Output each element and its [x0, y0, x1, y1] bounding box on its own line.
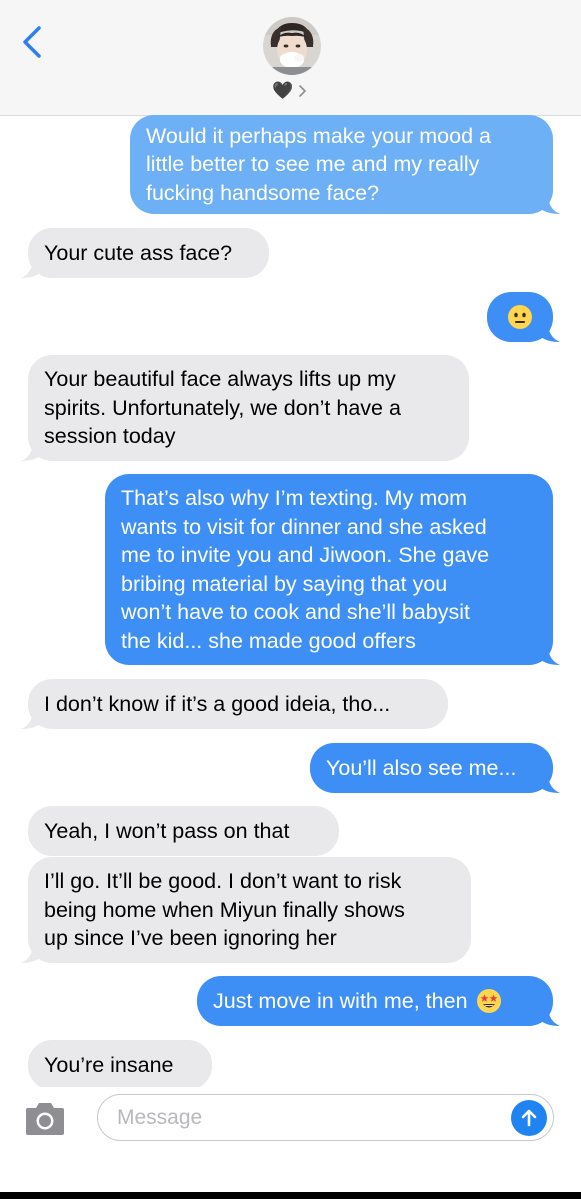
message-bubble-outgoing[interactable]: 😐 [487, 292, 560, 342]
star-struck-emoji-icon [476, 989, 501, 1013]
bubble-tail [21, 441, 41, 461]
message-bubble-incoming[interactable]: I’ll go. It’ll be good. I don’t want to … [21, 857, 471, 963]
chevron-left-icon[interactable] [18, 24, 48, 60]
message-bubble-outgoing[interactable]: Would it perhaps make your mood a little… [130, 115, 560, 214]
message-bubble-incoming[interactable]: I don’t know if it’s a good ideia, tho..… [21, 679, 448, 729]
message-text: Would it perhaps make your mood a little… [146, 123, 491, 205]
bottom-edge [0, 1192, 581, 1199]
message-text: Yeah, I won’t pass on that [44, 818, 290, 843]
message-bubble-incoming[interactable]: Your cute ass face? [21, 228, 269, 278]
message-bubble-incoming[interactable]: Yeah, I won’t pass on that [28, 806, 339, 856]
bubble-tail [21, 709, 41, 729]
message-bubble-outgoing[interactable]: Just move in with me, then 🤩 [197, 976, 560, 1026]
message-text: You’re insane [44, 1052, 174, 1077]
avatar[interactable] [263, 17, 321, 75]
contact-name: 🖤 [272, 81, 294, 100]
message-text: You’ll also see me... [326, 755, 517, 780]
bubble-tail [540, 322, 560, 342]
message-text: Just move in with me, then [213, 988, 468, 1013]
message-bubble-outgoing[interactable]: That’s also why I’m texting. My mom want… [105, 474, 560, 665]
neutral-face-emoji-icon [508, 305, 532, 329]
bubble-tail [21, 258, 41, 278]
message-text: That’s also why I’m texting. My mom want… [121, 486, 490, 653]
bubble-tail [540, 645, 560, 665]
message-placeholder: Message [117, 1106, 203, 1129]
contact-name-button[interactable]: 🖤 [272, 79, 307, 103]
bubble-tail [21, 943, 41, 963]
bubble-tail [540, 194, 560, 214]
camera-icon[interactable] [22, 1101, 68, 1137]
bubble-tail [540, 773, 560, 793]
message-bubble-outgoing[interactable]: You’ll also see me... [310, 743, 560, 793]
chevron-right-icon [299, 85, 306, 97]
message-text: Your beautiful face always lifts up my s… [44, 367, 401, 449]
message-bubble-incoming[interactable]: Your beautiful face always lifts up my s… [21, 355, 469, 461]
message-input[interactable]: Message [97, 1094, 554, 1141]
message-text: I’ll go. It’ll be good. I don’t want to … [44, 869, 405, 951]
message-text: I don’t know if it’s a good ideia, tho..… [44, 691, 391, 716]
message-bubble-incoming[interactable]: You’re insane [28, 1040, 212, 1090]
arrow-up-icon [521, 1109, 537, 1127]
bubble-tail [540, 1006, 560, 1026]
message-text: Your cute ass face? [44, 240, 233, 265]
send-button[interactable] [511, 1100, 547, 1136]
conversation-header: 🖤 [0, 0, 581, 116]
